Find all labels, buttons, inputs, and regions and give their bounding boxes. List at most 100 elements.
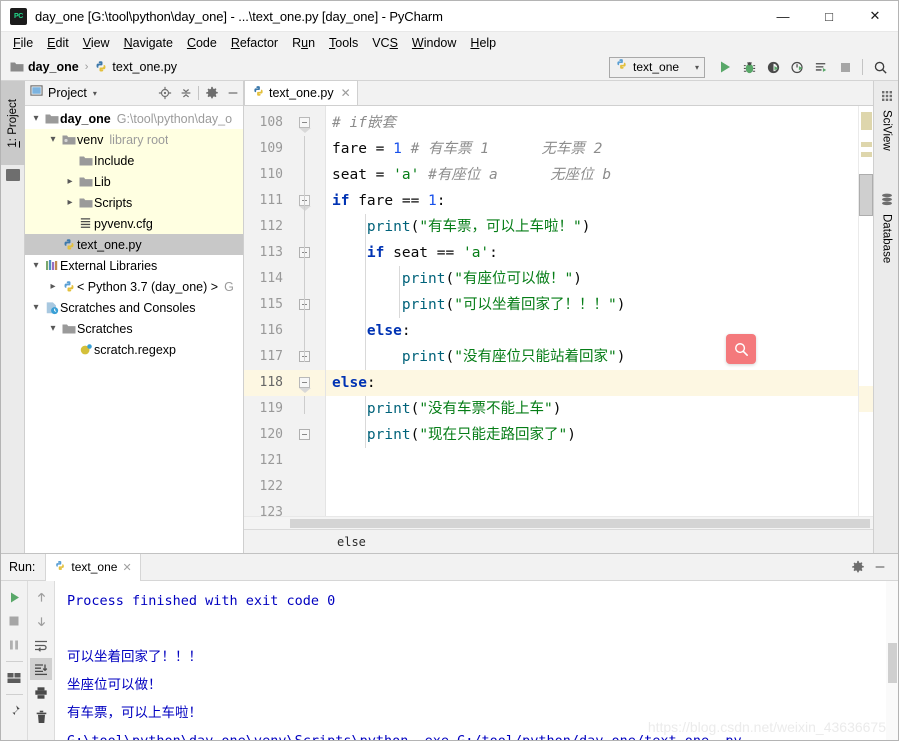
console-output[interactable]: Process finished with exit code 0 可以坐着回家… xyxy=(55,581,898,740)
settings-gear-icon[interactable] xyxy=(848,557,868,577)
code-text-area[interactable]: # if嵌套 fare = 1 # 有车票 1 无车票 2 seat = 'a' #… xyxy=(326,106,858,516)
rerun-icon[interactable] xyxy=(3,586,25,608)
menu-item-navigate[interactable]: Navigate xyxy=(117,34,180,52)
menu-item-help[interactable]: Help xyxy=(463,34,503,52)
code-line: else: xyxy=(366,323,411,339)
tree-item-scratches[interactable]: ▾ Scratches xyxy=(25,318,243,339)
print-icon[interactable] xyxy=(30,682,52,704)
trash-icon[interactable] xyxy=(30,706,52,728)
fold-row xyxy=(289,422,325,448)
window-title: day_one [G:\tool\python\day_one] - ...\t… xyxy=(35,8,443,24)
tree-item-scratches-and-consoles[interactable]: ▾ Scratches and Consoles xyxy=(25,297,243,318)
watermark-text: https://blog.csdn.net/weixin_43636675 xyxy=(647,719,886,735)
soft-wrap-icon[interactable] xyxy=(30,634,52,656)
tree-item-label: Scratches xyxy=(77,321,133,336)
chevron-right-icon[interactable]: ▸ xyxy=(46,281,60,292)
sidebar-tab-project[interactable]: 1: Project xyxy=(1,81,25,165)
hide-panel-icon[interactable] xyxy=(222,83,243,104)
search-floating-button[interactable] xyxy=(726,334,756,364)
pin-icon[interactable] xyxy=(3,700,25,722)
hide-panel-icon[interactable] xyxy=(870,557,890,577)
code-line: fare = 1 # 有车票 1 无车票 2 xyxy=(332,141,603,157)
breadcrumb-item-project[interactable]: day_one xyxy=(28,60,79,74)
pause-icon[interactable] xyxy=(3,634,25,656)
run-configuration-selector[interactable]: text_one ▾ xyxy=(609,56,705,78)
tree-item-text-one-py[interactable]: text_one.py xyxy=(25,234,243,255)
search-everywhere-icon[interactable] xyxy=(868,55,892,79)
line-number: 116 xyxy=(259,323,283,338)
menu-item-tools[interactable]: Tools xyxy=(322,34,365,52)
chevron-right-icon[interactable]: ▸ xyxy=(63,176,77,187)
chevron-right-icon[interactable]: ▸ xyxy=(63,197,77,208)
minimize-button[interactable]: — xyxy=(760,1,806,32)
sidebar-tab-database[interactable]: Database xyxy=(874,189,899,263)
chevron-down-icon[interactable]: ▾ xyxy=(29,113,43,124)
fold-toggle-icon[interactable] xyxy=(299,377,311,393)
folder-icon xyxy=(77,197,94,209)
fold-connector-line xyxy=(304,396,305,414)
tree-item-lib[interactable]: ▸ Lib xyxy=(25,171,243,192)
chevron-down-icon[interactable]: ▾ xyxy=(29,302,43,313)
chevron-down-icon[interactable]: ▾ xyxy=(46,134,60,145)
close-icon[interactable]: ✕ xyxy=(122,561,131,574)
up-arrow-icon[interactable] xyxy=(30,586,52,608)
down-arrow-icon[interactable] xyxy=(30,610,52,632)
tree-item-external-libraries[interactable]: ▾ External Libraries xyxy=(25,255,243,276)
chevron-down-icon[interactable]: ▾ xyxy=(46,323,60,334)
stop-icon xyxy=(833,55,857,79)
close-button[interactable]: ✕ xyxy=(852,1,898,32)
menu-item-window[interactable]: Window xyxy=(405,34,463,52)
sidebar-tab-sciview[interactable]: SciView xyxy=(874,85,899,151)
python-icon xyxy=(615,58,628,76)
tree-item-python-3-7-day-one[interactable]: ▸ < Python 3.7 (day_one) > G xyxy=(25,276,243,297)
fold-row xyxy=(289,266,325,292)
tree-item-day-one[interactable]: ▾ day_one G:\tool\python\day_o xyxy=(25,108,243,129)
tree-item-scratch-regexp[interactable]: scratch.regexp xyxy=(25,339,243,360)
menu-item-view[interactable]: View xyxy=(76,34,117,52)
stop-icon[interactable] xyxy=(3,610,25,632)
scrollbar-thumb[interactable] xyxy=(888,643,897,683)
menu-item-edit[interactable]: Edit xyxy=(40,34,76,52)
menu-item-vcs[interactable]: VCS xyxy=(365,34,405,52)
console-vertical-scrollbar[interactable] xyxy=(886,581,898,740)
tree-item-include[interactable]: Include xyxy=(25,150,243,171)
tree-item-label: External Libraries xyxy=(60,258,158,273)
tree-item-scripts[interactable]: ▸ Scripts xyxy=(25,192,243,213)
tree-item-venv[interactable]: ▾ venv library root xyxy=(25,129,243,150)
debug-icon[interactable] xyxy=(737,55,761,79)
line-number: 120 xyxy=(259,427,283,442)
run-with-console-icon[interactable] xyxy=(809,55,833,79)
maximize-button[interactable]: □ xyxy=(806,1,852,32)
editor-tab-text-one[interactable]: text_one.py ✕ xyxy=(244,80,358,105)
tree-item-pyvenv-cfg[interactable]: pyvenv.cfg xyxy=(25,213,243,234)
breadcrumb-item-file[interactable]: text_one.py xyxy=(112,60,177,74)
layout-icon[interactable] xyxy=(3,667,25,689)
tree-item-sublabel: G:\tool\python\day_o xyxy=(116,111,233,126)
editor-horizontal-scrollbar[interactable] xyxy=(244,516,873,529)
run-coverage-icon[interactable] xyxy=(761,55,785,79)
run-icon[interactable] xyxy=(713,55,737,79)
menu-item-file[interactable]: File xyxy=(6,34,40,52)
menu-item-code[interactable]: Code xyxy=(180,34,224,52)
collapse-all-icon[interactable] xyxy=(175,83,196,104)
editor-marker-bar[interactable] xyxy=(858,106,874,522)
editor-tab-label: text_one.py xyxy=(269,86,334,100)
scrollbar-thumb[interactable] xyxy=(859,174,873,216)
chevron-down-icon[interactable]: ▾ xyxy=(93,89,97,98)
run-tab-text-one[interactable]: text_one ✕ xyxy=(45,553,141,581)
menu-item-run[interactable]: Run xyxy=(285,34,322,52)
chevron-down-icon[interactable]: ▾ xyxy=(29,260,43,271)
scroll-to-end-icon[interactable] xyxy=(30,658,52,680)
fold-toggle-icon[interactable] xyxy=(299,429,310,440)
console-line: 可以坐着回家了！！！ xyxy=(67,649,202,665)
menu-item-refactor[interactable]: Refactor xyxy=(224,34,285,52)
venv-folder-icon xyxy=(60,134,77,146)
close-icon[interactable]: ✕ xyxy=(341,86,351,100)
profile-icon[interactable] xyxy=(785,55,809,79)
line-number: 109 xyxy=(259,141,283,156)
fold-toggle-icon[interactable] xyxy=(299,117,311,133)
code-line: print("没有座位只能站着回家") xyxy=(401,349,626,365)
settings-gear-icon[interactable] xyxy=(201,83,222,104)
locate-icon[interactable] xyxy=(154,83,175,104)
scrollbar-thumb[interactable] xyxy=(290,519,870,528)
